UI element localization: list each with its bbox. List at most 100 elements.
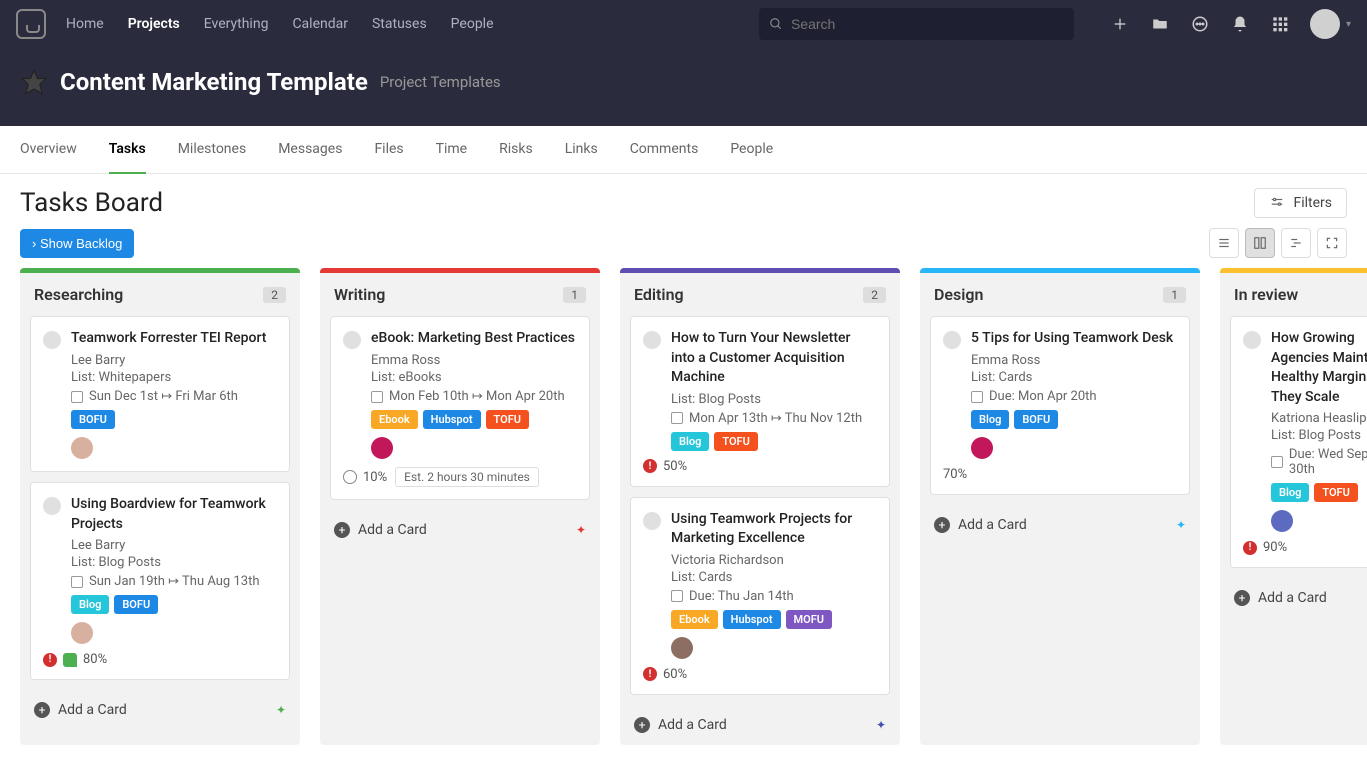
star-icon[interactable] — [20, 68, 48, 96]
user-avatar[interactable] — [1310, 9, 1340, 39]
board-title: Tasks Board — [20, 188, 163, 218]
task-card[interactable]: Using Teamwork Projects for Marketing Ex… — [630, 497, 890, 695]
tag[interactable]: TOFU — [486, 410, 529, 429]
add-icon[interactable] — [1110, 14, 1130, 34]
complete-toggle[interactable] — [643, 512, 661, 530]
add-card-button[interactable]: + Add a Card ✦ — [1220, 578, 1367, 618]
column-marker-icon[interactable]: ✦ — [1176, 518, 1186, 532]
tag[interactable]: Blog — [971, 410, 1009, 429]
task-card[interactable]: 5 Tips for Using Teamwork Desk Emma Ross… — [930, 316, 1190, 495]
nav-projects[interactable]: Projects — [128, 16, 180, 32]
assignee-avatar[interactable] — [71, 622, 93, 644]
tab-time[interactable]: Time — [436, 126, 467, 174]
tab-milestones[interactable]: Milestones — [178, 126, 247, 174]
tab-comments[interactable]: Comments — [630, 126, 699, 174]
chevron-down-icon[interactable]: ▾ — [1346, 19, 1351, 30]
nav-statuses[interactable]: Statuses — [372, 16, 427, 32]
tag[interactable]: MOFU — [786, 610, 832, 629]
column-marker-icon[interactable]: ✦ — [276, 703, 286, 717]
view-expand-icon[interactable] — [1317, 228, 1347, 258]
column-marker-icon[interactable]: ✦ — [576, 523, 586, 537]
card-tags: Blog TOFU — [1271, 483, 1367, 502]
view-board-icon[interactable] — [1245, 228, 1275, 258]
tag[interactable]: BOFU — [71, 410, 115, 429]
chat-icon[interactable] — [1190, 14, 1210, 34]
app-logo[interactable] — [16, 9, 46, 39]
tab-files[interactable]: Files — [374, 126, 403, 174]
complete-toggle[interactable] — [343, 331, 361, 349]
column-header[interactable]: Editing 2 — [620, 273, 900, 316]
task-card[interactable]: Teamwork Forrester TEI Report Lee Barry … — [30, 316, 290, 472]
add-card-button[interactable]: + Add a Card ✦ — [20, 690, 300, 730]
tag[interactable]: Ebook — [371, 410, 418, 429]
column-header[interactable]: Writing 1 — [320, 273, 600, 316]
filters-button[interactable]: Filters — [1254, 188, 1347, 218]
tag[interactable]: Hubspot — [723, 610, 781, 629]
tag[interactable]: Blog — [71, 595, 109, 614]
calendar-icon — [671, 590, 683, 602]
complete-toggle[interactable] — [43, 331, 61, 349]
bell-icon[interactable] — [1230, 14, 1250, 34]
card-assignee: Lee Barry — [71, 353, 277, 368]
tag[interactable]: Ebook — [671, 610, 718, 629]
assignee-avatar[interactable] — [671, 637, 693, 659]
comment-icon[interactable] — [63, 653, 77, 667]
calendar-icon — [371, 391, 383, 403]
column-header[interactable]: Design 1 — [920, 273, 1200, 316]
view-list-icon[interactable] — [1209, 228, 1239, 258]
plus-icon: + — [934, 517, 950, 533]
tab-risks[interactable]: Risks — [499, 126, 533, 174]
column-marker-icon[interactable]: ✦ — [876, 718, 886, 732]
apps-icon[interactable] — [1270, 14, 1290, 34]
task-card[interactable]: How to Turn Your Newsletter into a Custo… — [630, 316, 890, 487]
complete-toggle[interactable] — [643, 331, 661, 349]
add-card-button[interactable]: + Add a Card ✦ — [620, 705, 900, 745]
add-card-button[interactable]: + Add a Card ✦ — [920, 505, 1200, 545]
assignee-avatar[interactable] — [371, 437, 393, 459]
tag[interactable]: Hubspot — [423, 410, 481, 429]
card-dates: Sun Jan 19th ↦ Thu Aug 13th — [71, 574, 277, 589]
tag[interactable]: BOFU — [114, 595, 158, 614]
assignee-avatar[interactable] — [971, 437, 993, 459]
board-columns: Researching 2 Teamwork Forrester TEI Rep… — [0, 268, 1367, 745]
card-footer: !50% — [643, 459, 877, 474]
column-header[interactable]: In review — [1220, 273, 1367, 316]
assignee-avatar[interactable] — [71, 437, 93, 459]
tag[interactable]: Blog — [1271, 483, 1309, 502]
card-footer: 70% — [943, 467, 1177, 482]
tab-messages[interactable]: Messages — [278, 126, 342, 174]
task-card[interactable]: Using Boardview for Teamwork Projects Le… — [30, 482, 290, 680]
tab-overview[interactable]: Overview — [20, 126, 77, 174]
complete-toggle[interactable] — [943, 331, 961, 349]
nav-home[interactable]: Home — [66, 16, 104, 32]
card-tags: Blog BOFU — [971, 410, 1177, 429]
search-input[interactable] — [791, 16, 1064, 32]
nav-people[interactable]: People — [451, 16, 494, 32]
project-subtitle[interactable]: Project Templates — [380, 73, 501, 91]
card-list: List: Whitepapers — [71, 370, 277, 385]
nav-calendar[interactable]: Calendar — [292, 16, 348, 32]
task-card[interactable]: How Growing Agencies Maintain Healthy Ma… — [1230, 316, 1367, 568]
task-card[interactable]: eBook: Marketing Best Practices Emma Ros… — [330, 316, 590, 500]
view-gantt-icon[interactable] — [1281, 228, 1311, 258]
nav-everything[interactable]: Everything — [204, 16, 269, 32]
tag[interactable]: BOFU — [1014, 410, 1058, 429]
card-title: eBook: Marketing Best Practices — [371, 329, 575, 349]
tag[interactable]: TOFU — [1314, 483, 1357, 502]
search-box[interactable] — [759, 8, 1074, 40]
tag[interactable]: TOFU — [714, 432, 757, 451]
tab-links[interactable]: Links — [565, 126, 598, 174]
folder-icon[interactable] — [1150, 14, 1170, 34]
column-header[interactable]: Researching 2 — [20, 273, 300, 316]
complete-toggle[interactable] — [1243, 331, 1261, 349]
tag[interactable]: Blog — [671, 432, 709, 451]
card-list: List: eBooks — [371, 370, 577, 385]
tab-people[interactable]: People — [730, 126, 773, 174]
clock-icon — [343, 470, 357, 484]
complete-toggle[interactable] — [43, 497, 61, 515]
show-backlog-button[interactable]: › Show Backlog — [20, 229, 134, 258]
tab-tasks[interactable]: Tasks — [109, 126, 146, 174]
add-card-button[interactable]: + Add a Card ✦ — [320, 510, 600, 550]
assignee-avatar[interactable] — [1271, 510, 1293, 532]
card-dates: Mon Apr 13th ↦ Thu Nov 12th — [671, 411, 877, 426]
